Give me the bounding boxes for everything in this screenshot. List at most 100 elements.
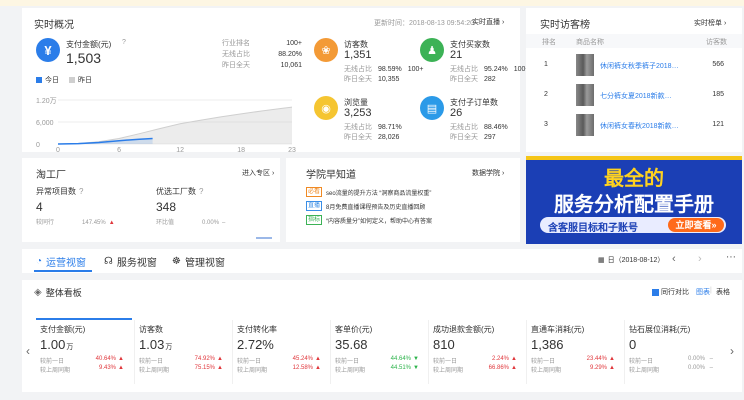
dashboard-compare-row: 较上周同期 12.58% ▲	[237, 365, 323, 374]
dashboard-compare-row: 较上周同期 0.00% –	[629, 365, 715, 374]
academy-item[interactable]: 直播 8月免费直播课程预告及历史直播回顾	[306, 200, 516, 212]
dashboard-metric[interactable]: 访客数 1.03万 较前一日 74.92% ▲ 较上周同期 75.15% ▲	[134, 320, 232, 384]
banner-stripe	[526, 156, 742, 160]
dashboard-metric[interactable]: 直通车消耗(元) 1,386 较前一日 23.44% ▲ 较上周同期 9.29% ▲	[526, 320, 624, 384]
x-tick-label: 12	[176, 147, 184, 154]
compare-value: 44.51%	[390, 365, 411, 371]
banner-button[interactable]: 立即查看»	[668, 218, 724, 232]
stat-label: 昨日全天	[344, 76, 372, 83]
dashboard-metric-value-row: 810	[433, 337, 526, 352]
compare-label: 较上周同期	[531, 368, 562, 374]
tab-management[interactable]: ☸ 管理视窗	[172, 254, 225, 269]
more-icon[interactable]: ⋯	[726, 252, 736, 263]
compare-label: 较上周同期	[139, 368, 170, 374]
y-tick-label: 1.20万	[36, 97, 57, 105]
dashboard-metric[interactable]: 客单价(元) 35.68 较前一日 44.64% ▼ 较上周同期 44.51% ▼	[330, 320, 428, 384]
dashboard-metric-label: 钻石展位消耗(元)	[629, 325, 691, 334]
header-visitors: 访客数	[706, 39, 727, 46]
x-tick-label: 6	[117, 147, 121, 154]
visitors-rank-link[interactable]: 实时榜单 ›	[694, 18, 726, 28]
prev-metrics-icon[interactable]: ‹	[26, 344, 30, 358]
dashboard-metric-value: 35.68	[335, 337, 368, 352]
dashboard-compare-row: 较前一日 40.64% ▲	[40, 356, 126, 365]
date-picker[interactable]: ▦ 日（2018-08-12）	[598, 255, 664, 265]
stat-label: 无线占比	[222, 51, 250, 58]
stat-value: 28,026	[378, 134, 400, 141]
buyer-icon: ♟	[420, 38, 444, 62]
promo-banner[interactable]: 最全的 服务分析配置手册 含客服目标和子账号 立即查看»	[526, 156, 742, 244]
academy-item[interactable]: 指标 “内容质量分”如何定义，帮助中心有答案	[306, 214, 516, 226]
realtime-live-link-label: 实时直播	[472, 19, 500, 26]
arrow-up-icon: ▲	[217, 356, 223, 362]
compare-label: 较上周同期	[40, 368, 71, 374]
legend-yesterday-swatch	[69, 77, 75, 83]
product-name-link[interactable]: 休闲裤女秋季裤子2018…	[600, 61, 679, 71]
stat-value: 88.46%	[484, 124, 508, 131]
prev-date-icon[interactable]: ‹	[672, 253, 676, 265]
dash-icon: –	[709, 356, 713, 362]
stat-value: 98.71%	[378, 124, 402, 131]
academy-item[interactable]: 必看 seo流量的提升方法 “洞察商品流量权重”	[306, 186, 516, 198]
view-chart-toggle[interactable]: 图表	[696, 287, 710, 297]
tab-active-underline	[34, 270, 92, 272]
data-academy-link[interactable]: 数据学院 ›	[472, 168, 504, 178]
tab-operations[interactable]: ◔ 运营视窗	[36, 254, 86, 269]
dash-icon: –	[222, 220, 226, 226]
compare-label: 较上周同期	[629, 368, 660, 374]
tab-service[interactable]: ☊ 服务视窗	[104, 254, 157, 269]
dashboard-metric-unit: 万	[66, 344, 74, 351]
banner-line3: 含客服目标和子账号	[548, 223, 638, 234]
factory-stat-label: 异常项目数	[36, 187, 76, 196]
compare-value: 9.29%	[589, 365, 607, 371]
metric-stat-row: 昨日全天 28,026	[344, 132, 399, 142]
dashboard-metric[interactable]: 成功退款金额(元) 810 较前一日 2.24% ▲ 较上周同期 66.86% ▲	[428, 320, 526, 384]
tab-operations-label: 运营视窗	[46, 258, 87, 269]
dashboard-metric[interactable]: 钻石展位消耗(元) 0 较前一日 0.00% – 较上周同期 0.00% –	[624, 320, 722, 384]
arrow-up-icon: ▲	[511, 365, 517, 371]
academy-tag: 必看	[306, 187, 323, 197]
scroll-indicator	[256, 237, 272, 239]
compare-label: 较同行	[36, 220, 55, 226]
visitor-row[interactable]: 3 休闲裤女春秋2018新款… 121	[526, 112, 742, 140]
dashboard-metric-label: 成功退款金额(元)	[433, 325, 495, 334]
next-date-icon[interactable]: ›	[698, 253, 702, 265]
dashboard-metric-value-row: 1.00万	[40, 337, 134, 352]
factory-stat-label-row: 优选工厂数?	[156, 186, 268, 197]
cube-icon: ◈	[34, 287, 42, 298]
metric-value: 1,351	[344, 49, 372, 61]
update-time: 更新时间：2018-08-13 09:54:20	[374, 20, 474, 27]
compare-value: 12.58%	[292, 365, 313, 371]
product-name-link[interactable]: 七分裤女夏2018新款…	[600, 91, 672, 101]
dashboard-metric[interactable]: 支付转化率 2.72% 较前一日 45.24% ▲ 较上周同期 12.58% ▲	[232, 320, 330, 384]
realtime-visitors-card: 实时访客榜 实时榜单 › 排名 商品名称 访客数 1 休闲裤女秋季裤子2018… 5…	[526, 8, 742, 152]
help-icon: ?	[122, 39, 126, 46]
stat-label: 昨日全天	[450, 134, 478, 141]
compare-value: 23.44%	[586, 356, 607, 362]
dashboard-compare-row: 较上周同期 9.29% ▲	[531, 365, 617, 374]
dashboard-card: ◈ 整体看板 同行对比 图表 | 表格 ‹ › 支付金额(元) 1.00万 较前一日…	[22, 280, 742, 392]
metric-stat-row: 无线占比 98.59% 100+	[344, 64, 424, 74]
factory-enter-link[interactable]: 进入专区 ›	[242, 168, 274, 178]
legend-today-swatch	[36, 77, 42, 83]
chevron-right-icon: ›	[501, 19, 505, 26]
realtime-live-link[interactable]: 实时直播 ›	[472, 17, 504, 27]
factory-stat-value: 4	[36, 200, 43, 214]
factory-card: 淘工厂 进入专区 › 异常项目数? 4 较同行 147.45% ▲ 优选工厂数? 348 环比…	[22, 158, 280, 242]
visitor-count: 566	[712, 61, 724, 68]
view-table-toggle[interactable]: 表格	[716, 287, 730, 297]
peer-compare-toggle[interactable]: 同行对比	[652, 287, 689, 297]
tab-management-label: 管理视窗	[184, 258, 225, 269]
stat-label: 无线占比	[344, 66, 372, 73]
visitor-row[interactable]: 2 七分裤女夏2018新款… 185	[526, 82, 742, 110]
realtime-metric: ◉ 浏览量 3,253 无线占比 98.71% 昨日全天 28,026	[314, 96, 414, 150]
yen-icon: ¥	[36, 38, 60, 62]
factory-stat: 优选工厂数? 348 环比值 0.00% –	[156, 186, 268, 234]
academy-title: 学院早知道	[306, 170, 356, 181]
next-metrics-icon[interactable]: ›	[730, 344, 734, 358]
factory-stat: 异常项目数? 4 较同行 147.45% ▲	[36, 186, 148, 234]
visitor-row[interactable]: 1 休闲裤女秋季裤子2018… 566	[526, 52, 742, 80]
academy-item-text: seo流量的提升方法 “洞察商品流量权重”	[326, 190, 432, 197]
dashboard-metric[interactable]: 支付金额(元) 1.00万 较前一日 40.64% ▲ 较上周同期 9.43% ▲	[36, 318, 134, 384]
x-tick-label: 18	[237, 147, 245, 154]
product-name-link[interactable]: 休闲裤女春秋2018新款…	[600, 121, 679, 131]
